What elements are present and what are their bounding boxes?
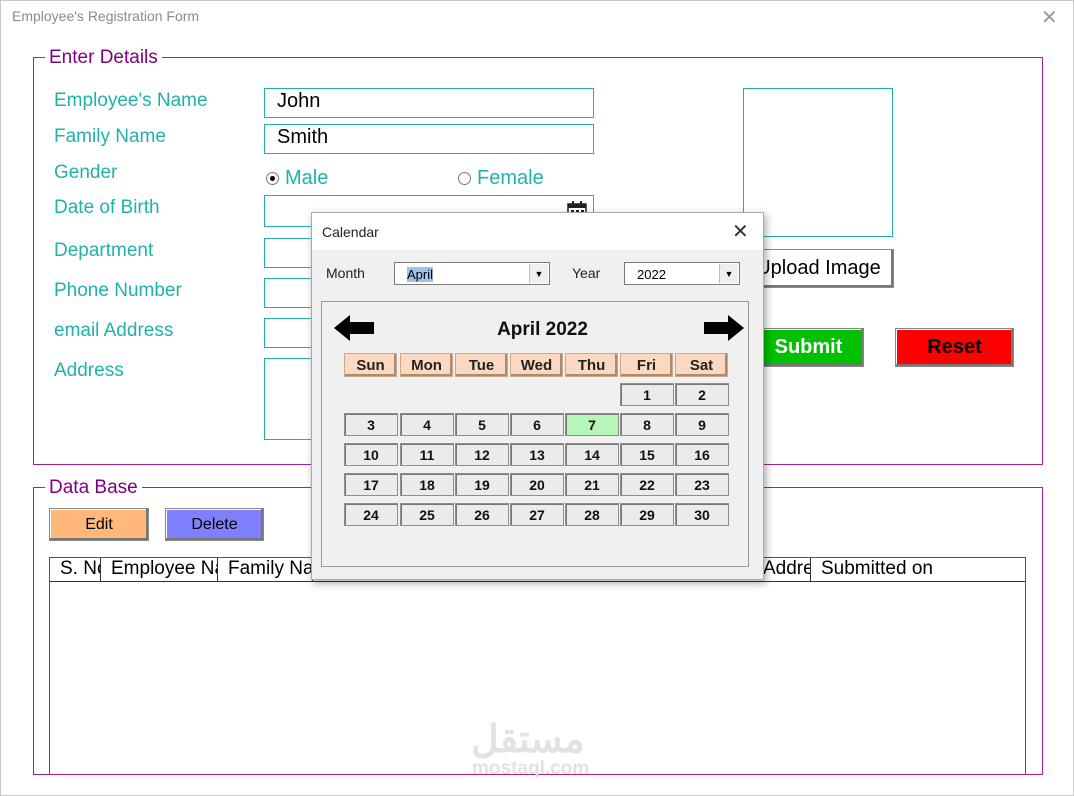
weekday-header-thu: Thu <box>565 353 618 377</box>
weekday-header-sat: Sat <box>675 353 728 377</box>
year-label: Year <box>572 265 601 281</box>
watermark-arabic: مستقل <box>471 719 585 761</box>
weekday-header-wed: Wed <box>510 353 563 377</box>
day-cell-23[interactable]: 23 <box>675 473 729 496</box>
gender-female-label: Female <box>477 167 544 189</box>
calendar-titlebar: Calendar ✕ <box>312 213 763 250</box>
weekday-header-sun: Sun <box>344 353 397 377</box>
upload-image-button[interactable]: Upload Image <box>743 249 894 288</box>
window-close-icon[interactable]: ✕ <box>1041 5 1058 30</box>
gender-female-radio[interactable]: Female <box>458 167 544 190</box>
column-header-serial[interactable]: S. No <box>50 558 101 581</box>
enter-details-legend: Enter Details <box>45 47 162 69</box>
column-header-employee-name[interactable]: Employee Name <box>101 558 218 581</box>
edit-button[interactable]: Edit <box>49 508 149 541</box>
day-cell-26[interactable]: 26 <box>455 503 509 526</box>
day-cell-27[interactable]: 27 <box>510 503 564 526</box>
day-cell-9[interactable]: 9 <box>675 413 729 436</box>
day-cell-13[interactable]: 13 <box>510 443 564 466</box>
day-cell-22[interactable]: 22 <box>620 473 674 496</box>
day-cell-4[interactable]: 4 <box>400 413 454 436</box>
dob-label: Date of Birth <box>54 197 160 218</box>
day-cell-24[interactable]: 24 <box>344 503 398 526</box>
month-value: April <box>407 267 434 282</box>
day-cell-7[interactable]: 7 <box>565 413 619 436</box>
day-cell-11[interactable]: 11 <box>400 443 454 466</box>
calendar-dialog: Calendar ✕ Month April ▼ Year 2022 ▼ Apr… <box>311 212 764 580</box>
year-select[interactable]: 2022 ▼ <box>624 262 740 285</box>
day-cell-3[interactable]: 3 <box>344 413 398 436</box>
day-cell-6[interactable]: 6 <box>510 413 564 436</box>
day-cell-20[interactable]: 20 <box>510 473 564 496</box>
calendar-close-icon[interactable]: ✕ <box>732 219 749 244</box>
submit-label: Submit <box>774 336 843 358</box>
day-cell-29[interactable]: 29 <box>620 503 674 526</box>
day-cell-30[interactable]: 30 <box>675 503 729 526</box>
day-cell-14[interactable]: 14 <box>565 443 619 466</box>
day-cell-2[interactable]: 2 <box>675 383 729 406</box>
column-header-address[interactable]: Addre <box>763 558 811 581</box>
day-cell-12[interactable]: 12 <box>455 443 509 466</box>
calendar-heading: April 2022 <box>497 319 588 340</box>
watermark-latin: mostaql.com <box>472 758 590 779</box>
chevron-down-icon[interactable]: ▼ <box>529 264 548 283</box>
day-cell-28[interactable]: 28 <box>565 503 619 526</box>
family-name-input[interactable]: Smith <box>264 124 594 154</box>
weekday-header-fri: Fri <box>620 353 673 377</box>
database-legend: Data Base <box>45 477 142 499</box>
weekday-header-mon: Mon <box>400 353 453 377</box>
radio-selected-icon <box>266 172 279 186</box>
gender-male-label: Male <box>285 167 329 189</box>
image-preview-box <box>743 88 893 237</box>
day-cell-5[interactable]: 5 <box>455 413 509 436</box>
column-header-submitted-on[interactable]: Submitted on <box>811 558 1011 581</box>
department-label: Department <box>54 240 154 261</box>
month-select[interactable]: April ▼ <box>394 262 550 285</box>
weekday-header-tue: Tue <box>455 353 508 377</box>
employee-name-label: Employee's Name <box>54 90 208 111</box>
year-value: 2022 <box>637 267 666 282</box>
day-cell-10[interactable]: 10 <box>344 443 398 466</box>
employee-name-input[interactable]: John <box>264 88 594 118</box>
email-label: email Address <box>54 320 174 341</box>
day-cell-25[interactable]: 25 <box>400 503 454 526</box>
month-label: Month <box>326 265 365 281</box>
gender-label: Gender <box>54 162 118 183</box>
day-cell-15[interactable]: 15 <box>620 443 674 466</box>
day-cell-18[interactable]: 18 <box>400 473 454 496</box>
day-cell-19[interactable]: 19 <box>455 473 509 496</box>
day-cell-16[interactable]: 16 <box>675 443 729 466</box>
delete-button[interactable]: Delete <box>165 508 264 541</box>
family-name-label: Family Name <box>54 126 166 147</box>
header-divider <box>50 581 1025 582</box>
column-header-family-name[interactable]: Family Name <box>218 558 313 581</box>
window-title: Employee's Registration Form <box>12 8 200 24</box>
gender-male-radio[interactable]: Male <box>266 167 328 190</box>
day-cell-1[interactable]: 1 <box>620 383 674 406</box>
day-cell-17[interactable]: 17 <box>344 473 398 496</box>
calendar-title: Calendar <box>322 224 379 240</box>
radio-unselected-icon <box>458 172 471 186</box>
phone-label: Phone Number <box>54 280 182 301</box>
chevron-down-icon[interactable]: ▼ <box>719 264 738 283</box>
reset-label: Reset <box>927 336 982 358</box>
reset-button[interactable]: Reset <box>895 328 1014 367</box>
day-cell-8[interactable]: 8 <box>620 413 674 436</box>
day-cell-21[interactable]: 21 <box>565 473 619 496</box>
address-label: Address <box>54 360 124 381</box>
